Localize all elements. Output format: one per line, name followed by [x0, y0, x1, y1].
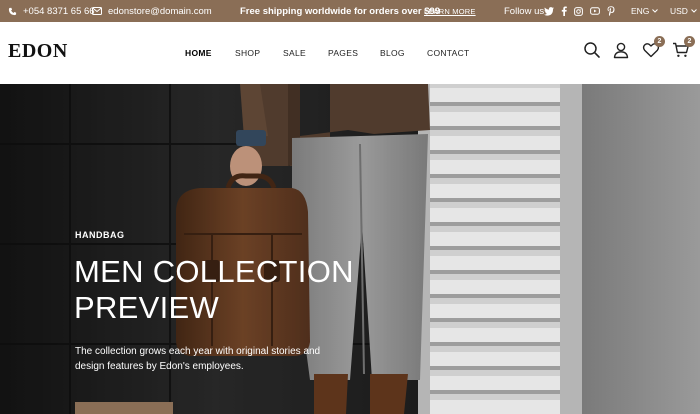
user-account-icon[interactable]: [612, 41, 630, 59]
shutter-slat-shadow: [430, 222, 562, 226]
wishlist-icon[interactable]: 2: [642, 36, 665, 59]
pinterest-icon[interactable]: [607, 6, 615, 16]
nav-sale[interactable]: SALE: [283, 22, 306, 84]
shutter-slat: [430, 304, 562, 318]
social-links: [544, 0, 615, 22]
shutter-slat-shadow: [430, 318, 562, 322]
email-address: edonstore@domain.com: [108, 5, 212, 17]
hero-headline: MEN COLLECTION PREVIEW: [74, 254, 374, 326]
shutter-slat-shadow: [430, 102, 562, 106]
shutter-slat: [430, 160, 562, 174]
language-selector[interactable]: ENG: [631, 0, 659, 22]
shutter-slat: [430, 400, 562, 414]
language-value: ENG: [631, 6, 650, 16]
shutter-slat-shadow: [430, 390, 562, 394]
shutter-slat: [430, 256, 562, 270]
shutter-slat: [430, 208, 562, 222]
twitter-icon[interactable]: [544, 6, 554, 16]
currency-value: USD: [670, 6, 688, 16]
shutter-slat: [430, 376, 562, 390]
shutter-slat: [430, 136, 562, 150]
instagram-icon[interactable]: [574, 6, 583, 16]
phone-icon: [8, 7, 17, 16]
promo-text: Free shipping worldwide for orders over …: [240, 5, 441, 17]
shutter-slat: [430, 88, 562, 102]
site-logo[interactable]: EDON: [8, 40, 68, 63]
shutter-slat: [430, 184, 562, 198]
nav-home[interactable]: HOME: [185, 22, 212, 84]
shutter-slat-shadow: [430, 270, 562, 274]
currency-selector[interactable]: USD: [670, 0, 697, 22]
hero-headline-line-2: PREVIEW: [74, 290, 220, 325]
shutter-slat-shadow: [430, 174, 562, 178]
nav-blog[interactable]: BLOG: [380, 22, 405, 84]
shutter-slat-shadow: [430, 198, 562, 202]
hero-cta-button[interactable]: [75, 402, 173, 414]
nav-contact[interactable]: CONTACT: [427, 22, 470, 84]
shutter-slat-shadow: [430, 246, 562, 250]
follow-us-label: Follow us: [504, 5, 545, 17]
shutter-slat-shadow: [430, 126, 562, 130]
learn-more-link[interactable]: LEARN MORE: [424, 0, 476, 22]
facebook-icon[interactable]: [561, 6, 567, 16]
shutter-slat: [430, 280, 562, 294]
youtube-icon[interactable]: [590, 7, 600, 15]
shutter-slat: [430, 352, 562, 366]
shutter-slat: [430, 232, 562, 246]
shutter-slat-shadow: [430, 294, 562, 298]
phone-contact[interactable]: +054 8371 65 66: [8, 0, 95, 22]
hero-headline-line-1: MEN COLLECTION: [74, 254, 354, 289]
wishlist-count-badge: 2: [654, 36, 665, 47]
search-icon[interactable]: [583, 41, 601, 59]
chevron-down-icon: [691, 9, 697, 13]
cart-count-badge: 2: [684, 36, 695, 47]
email-contact[interactable]: edonstore@domain.com: [92, 0, 212, 22]
cart-icon[interactable]: 2: [672, 36, 695, 59]
nav-pages[interactable]: PAGES: [328, 22, 358, 84]
nav-shop[interactable]: SHOP: [235, 22, 260, 84]
phone-number: +054 8371 65 66: [23, 5, 95, 17]
shutter-slat: [430, 112, 562, 126]
chevron-down-icon: [652, 9, 659, 13]
hero-description: The collection grows each year with orig…: [75, 346, 321, 372]
main-header: EDON HOME SHOP SALE PAGES BLOG CONTACT 2…: [0, 22, 700, 84]
hero-eyebrow: HANDBAG: [75, 230, 125, 240]
shutter-slat-shadow: [430, 342, 562, 346]
mail-icon: [92, 7, 102, 15]
hero-banner: HANDBAG MEN COLLECTION PREVIEW The colle…: [0, 84, 700, 414]
shutter-slat-shadow: [430, 366, 562, 370]
shutter-slat-shadow: [430, 150, 562, 154]
top-bar: +054 8371 65 66 edonstore@domain.com Fre…: [0, 0, 700, 22]
shutter-slat: [430, 328, 562, 342]
